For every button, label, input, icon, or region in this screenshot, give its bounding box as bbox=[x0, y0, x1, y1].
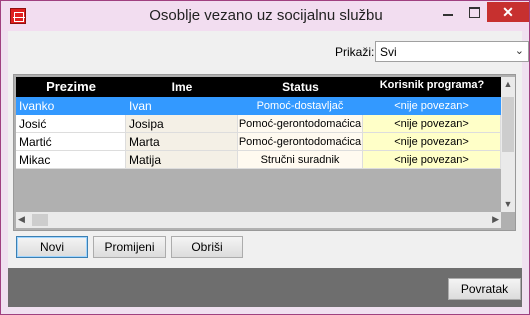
title-bar[interactable]: Osoblje vezano uz socijalnu službu ✕ bbox=[1, 1, 529, 31]
cell-ime[interactable]: Marta bbox=[126, 133, 238, 151]
vertical-scroll-thumb[interactable] bbox=[502, 97, 514, 152]
column-header-korisnik[interactable]: Korisnik programa? bbox=[363, 77, 501, 97]
scroll-up-icon[interactable]: ▲ bbox=[501, 79, 515, 89]
scroll-left-icon[interactable]: ◀ bbox=[18, 214, 25, 225]
horizontal-scrollbar[interactable]: ◀ ▶ bbox=[16, 212, 501, 228]
delete-button[interactable]: Obriši bbox=[171, 236, 243, 258]
back-button[interactable]: Povratak bbox=[448, 278, 521, 300]
column-header-ime[interactable]: Ime bbox=[126, 77, 238, 97]
chevron-down-icon: ⌄ bbox=[514, 45, 524, 57]
vertical-scrollbar[interactable]: ▲ ▼ bbox=[501, 77, 515, 212]
cell-status[interactable]: Pomoć-gerontodomaćica bbox=[238, 133, 363, 151]
cell-ime[interactable]: Ivan bbox=[126, 97, 238, 115]
table-row[interactable]: Josić Josipa Pomoć-gerontodomaćica <nije… bbox=[16, 115, 501, 133]
scroll-down-icon[interactable]: ▼ bbox=[501, 199, 515, 209]
cell-status[interactable]: Pomoć-gerontodomaćica bbox=[238, 115, 363, 133]
column-header-status[interactable]: Status bbox=[238, 77, 363, 97]
cell-ime[interactable]: Josipa bbox=[126, 115, 238, 133]
new-button[interactable]: Novi bbox=[16, 236, 88, 258]
footer-panel bbox=[8, 268, 522, 307]
dialog-window: Osoblje vezano uz socijalnu službu ✕ Pri… bbox=[0, 0, 530, 315]
maximize-icon bbox=[469, 7, 480, 18]
cell-status[interactable]: Pomoć-dostavljač bbox=[238, 97, 363, 115]
edit-button[interactable]: Promijeni bbox=[93, 236, 166, 258]
cell-korisnik[interactable]: <nije povezan> bbox=[363, 97, 501, 115]
table-row[interactable]: Martić Marta Pomoć-gerontodomaćica <nije… bbox=[16, 133, 501, 151]
maximize-button[interactable] bbox=[461, 2, 487, 22]
minimize-button[interactable] bbox=[435, 2, 461, 22]
minimize-icon bbox=[443, 14, 453, 16]
close-button[interactable]: ✕ bbox=[487, 2, 529, 22]
cell-prezime[interactable]: Martić bbox=[16, 133, 126, 151]
staff-grid[interactable]: Prezime Ime Status Korisnik programa? Iv… bbox=[13, 74, 516, 231]
cell-prezime[interactable]: Mikac bbox=[16, 151, 126, 169]
cell-prezime[interactable]: Josić bbox=[16, 115, 126, 133]
cell-korisnik[interactable]: <nije povezan> bbox=[363, 133, 501, 151]
table-row[interactable]: Mikac Matija Stručni suradnik <nije pove… bbox=[16, 151, 501, 169]
scroll-right-icon[interactable]: ▶ bbox=[492, 214, 499, 225]
cell-ime[interactable]: Matija bbox=[126, 151, 238, 169]
filter-label: Prikaži: bbox=[335, 45, 375, 59]
cell-korisnik[interactable]: <nije povezan> bbox=[363, 151, 501, 169]
cell-status[interactable]: Stručni suradnik bbox=[238, 151, 363, 169]
cell-prezime[interactable]: Ivanko bbox=[16, 97, 126, 115]
column-header-prezime[interactable]: Prezime bbox=[16, 77, 126, 97]
cell-korisnik[interactable]: <nije povezan> bbox=[363, 115, 501, 133]
filter-dropdown[interactable]: Svi ⌄ bbox=[375, 41, 529, 62]
horizontal-scroll-thumb[interactable] bbox=[32, 214, 48, 226]
grid-header: Prezime Ime Status Korisnik programa? bbox=[16, 77, 501, 97]
table-row[interactable]: Ivanko Ivan Pomoć-dostavljač <nije povez… bbox=[16, 97, 501, 115]
filter-selected-value: Svi bbox=[380, 45, 397, 59]
